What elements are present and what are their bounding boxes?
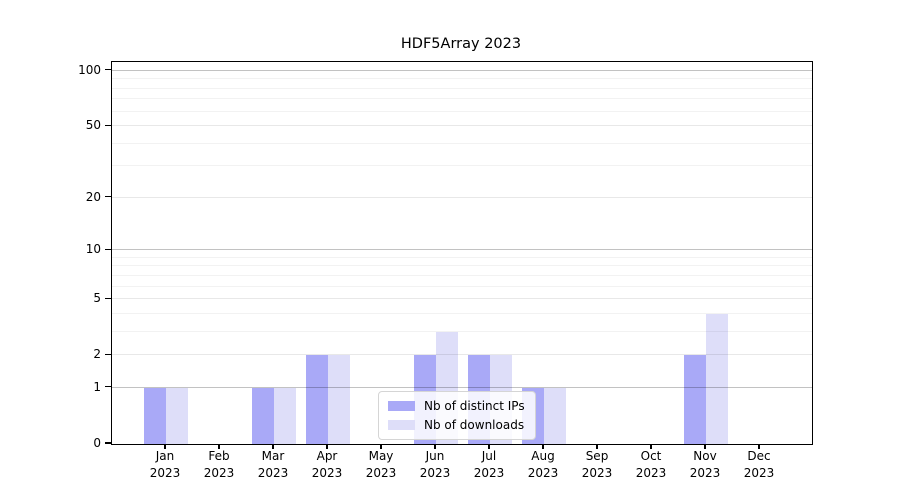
x-axis-tick-label-sep: Sep2023: [570, 448, 624, 482]
x-axis-tick-label-aug: Aug2023: [516, 448, 570, 482]
y-axis-tick-label-50: 50: [41, 117, 101, 133]
y-axis-tick-label-100: 100: [41, 62, 101, 78]
y-tick-mark-100: [105, 69, 111, 70]
y-axis-tick-label-10: 10: [41, 241, 101, 257]
plot-area: [111, 61, 813, 445]
y-tick-mark-5: [105, 298, 111, 299]
y-tick-mark-50: [105, 125, 111, 126]
bar-distinct-ips-jan: [144, 388, 166, 444]
x-axis-tick-label-may: May2023: [354, 448, 408, 482]
x-axis-tick-label-jun: Jun2023: [408, 448, 462, 482]
bar-downloads-nov: [706, 314, 728, 444]
bar-distinct-ips-apr: [306, 355, 328, 444]
legend-label-distinct-ips: Nb of distinct IPs: [424, 399, 525, 413]
x-axis-tick-label-oct: Oct2023: [624, 448, 678, 482]
x-axis-tick-label-jul: Jul2023: [462, 448, 516, 482]
y-axis-tick-label-5: 5: [41, 290, 101, 306]
x-axis-tick-label-feb: Feb2023: [192, 448, 246, 482]
bar-distinct-ips-mar: [252, 388, 274, 444]
x-axis-tick-label-dec: Dec2023: [732, 448, 786, 482]
y-axis-tick-label-2: 2: [41, 346, 101, 362]
legend: Nb of distinct IPs Nb of downloads: [378, 391, 536, 440]
x-axis-tick-label-nov: Nov2023: [678, 448, 732, 482]
x-axis-tick-label-mar: Mar2023: [246, 448, 300, 482]
y-axis-tick-label-20: 20: [41, 189, 101, 205]
figure: HDF5Array 2023 0 1 2 5 10 20 50 100 Jan2023Feb20…: [0, 0, 900, 500]
y-tick-mark-0: [105, 442, 111, 443]
bar-downloads-aug: [544, 388, 566, 444]
y-tick-mark-1: [105, 386, 111, 387]
bar-distinct-ips-nov: [684, 355, 706, 444]
legend-item-distinct-ips: Nb of distinct IPs: [388, 399, 525, 413]
legend-swatch-downloads: [388, 420, 415, 430]
legend-swatch-distinct-ips: [388, 401, 415, 411]
bar-downloads-apr: [328, 355, 350, 444]
bars-layer: [112, 62, 812, 444]
bar-downloads-jan: [166, 388, 188, 444]
y-axis-tick-label-1: 1: [41, 379, 101, 395]
y-tick-mark-20: [105, 196, 111, 197]
y-tick-mark-2: [105, 354, 111, 355]
y-tick-mark-10: [105, 249, 111, 250]
legend-label-downloads: Nb of downloads: [424, 418, 524, 432]
y-axis-tick-label-0: 0: [41, 435, 101, 451]
x-axis-tick-label-jan: Jan2023: [138, 448, 192, 482]
x-axis-tick-label-apr: Apr2023: [300, 448, 354, 482]
legend-item-downloads: Nb of downloads: [388, 418, 525, 432]
bar-downloads-mar: [274, 388, 296, 444]
chart-title: HDF5Array 2023: [111, 36, 811, 52]
